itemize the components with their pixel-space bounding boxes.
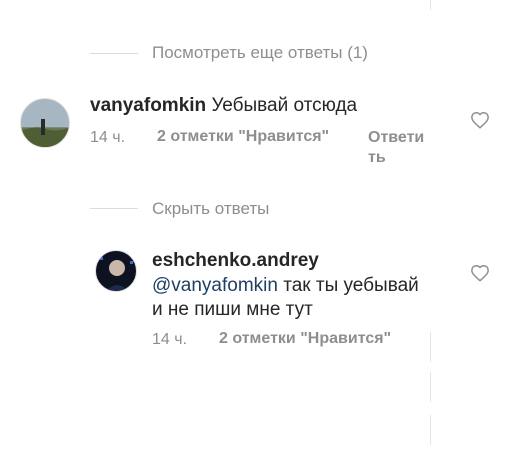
hide-replies-button[interactable]: Скрыть ответы: [152, 199, 269, 219]
view-more-replies-button[interactable]: Посмотреть еще ответы (1): [152, 43, 368, 63]
comment-body: Уебывай отсюда: [211, 95, 358, 116]
comment-likes-count[interactable]: 2 отметки "Нравится": [157, 128, 329, 146]
comment-time: 14 ч.: [90, 129, 126, 146]
heart-icon[interactable]: [470, 111, 490, 129]
divider-line: [430, 0, 431, 10]
comment-reply-button[interactable]: Ответи ть: [368, 128, 424, 168]
thread-line: [90, 53, 138, 54]
reply-time: 14 ч.: [152, 331, 188, 348]
reply-body-line2: и не пиши мне тут: [152, 299, 313, 320]
avatar[interactable]: [20, 98, 70, 148]
reply-body-line1: так ты уебывай: [277, 275, 419, 296]
comment-username[interactable]: vanyafomkin: [90, 95, 206, 116]
reply-username[interactable]: eshchenko.andrey: [152, 250, 319, 272]
thread-line: [90, 208, 138, 209]
reply-text: @vanyafomkin так ты уебывай и не пиши мн…: [152, 274, 419, 322]
comment-text: vanyafomkin Уебывай отсюда: [90, 95, 357, 117]
reply-label-line2: ть: [368, 149, 386, 166]
divider-line: [430, 415, 431, 445]
avatar[interactable]: [95, 250, 137, 292]
heart-icon[interactable]: [470, 264, 490, 282]
avatar-photo: [100, 257, 133, 291]
mention-link[interactable]: @vanyafomkin: [152, 275, 278, 296]
divider-line: [430, 332, 431, 362]
avatar-photo: [21, 119, 69, 147]
divider-line: [430, 372, 431, 402]
reply-likes-count[interactable]: 2 отметки "Нравится": [219, 330, 391, 348]
reply-label-line1: Ответи: [368, 129, 425, 146]
